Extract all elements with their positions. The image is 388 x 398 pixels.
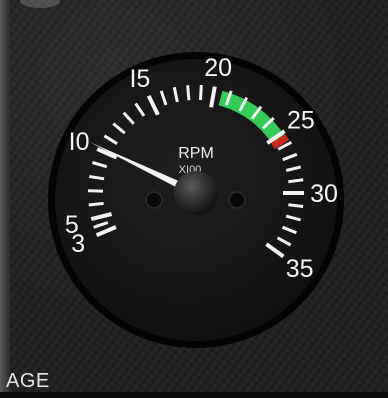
mount-screw-right xyxy=(228,191,246,209)
minor-tick xyxy=(88,201,104,207)
scale-numeral: 25 xyxy=(287,107,315,135)
scale-numeral: 20 xyxy=(204,54,232,82)
minor-tick xyxy=(288,203,304,208)
scale-numeral: 30 xyxy=(310,180,338,208)
minor-tick xyxy=(288,178,304,184)
scale-numeral: I5 xyxy=(129,65,150,93)
scale-numeral: 5 xyxy=(65,211,79,239)
mount-screw-left xyxy=(145,191,163,209)
rpm-gauge: 35I0I5 20253035 RPM XI00 xyxy=(48,52,344,348)
scale-numeral: I0 xyxy=(69,128,90,156)
minor-tick xyxy=(186,85,191,101)
panel-label: AGE xyxy=(6,370,50,392)
needle-hub xyxy=(174,171,218,215)
gauge-title: RPM xyxy=(178,145,214,162)
scale-numeral: 35 xyxy=(286,255,314,283)
minor-tick xyxy=(199,85,203,101)
